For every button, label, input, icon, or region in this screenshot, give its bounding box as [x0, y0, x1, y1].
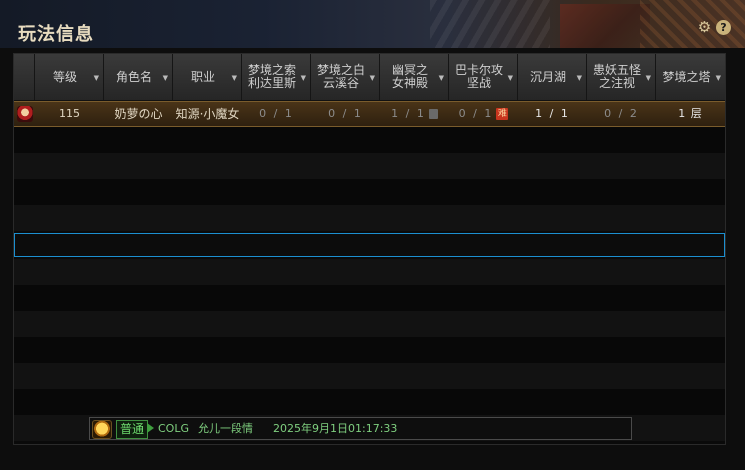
- cell-class: 知源·小魔女: [175, 107, 240, 121]
- list-item[interactable]: [14, 337, 725, 363]
- table-header: 等级 ▼ 角色名 ▼ 职业 ▼ 梦境之索利达里斯 ▼ 梦境之白云溪谷 ▼ 幽冥之女神殿 ▼ …: [14, 54, 725, 101]
- sort-arrow-icon: ▼: [231, 74, 237, 82]
- chat-username[interactable]: 允儿一段情: [198, 418, 253, 439]
- lock-icon: [428, 109, 438, 119]
- window-title: 玩法信息: [18, 24, 94, 45]
- sort-arrow-icon: ▼: [300, 74, 306, 82]
- sort-arrow-icon: ▼: [645, 74, 651, 82]
- cell-five-demons: 0 / 2: [604, 107, 639, 120]
- sort-arrow-icon: ▼: [715, 74, 721, 82]
- chat-source: COLG: [158, 422, 189, 435]
- list-item[interactable]: [14, 127, 725, 153]
- cell-bakal: 0 / 1难: [449, 102, 518, 126]
- column-header-tower[interactable]: 梦境之塔 ▼: [656, 54, 725, 100]
- cell-solidaris: 0 / 1: [259, 107, 294, 120]
- column-label: 沉月湖: [529, 69, 566, 84]
- list-item-selected[interactable]: [14, 233, 725, 257]
- column-label: 角色名: [115, 69, 152, 84]
- column-label: 梦境之白云溪谷: [316, 63, 365, 90]
- list-item[interactable]: [14, 363, 725, 389]
- chat-avatar-icon[interactable]: [92, 420, 112, 439]
- column-header-goddess[interactable]: 幽冥之女神殿 ▼: [380, 54, 449, 100]
- sort-arrow-icon: ▼: [162, 74, 168, 82]
- cell-tower: 1 层: [678, 107, 703, 120]
- column-header-class[interactable]: 职业 ▼: [173, 54, 242, 100]
- list-item[interactable]: [14, 311, 725, 337]
- column-header-baiyun[interactable]: 梦境之白云溪谷 ▼: [311, 54, 380, 100]
- title-decoration: [560, 4, 650, 48]
- sort-arrow-icon: ▼: [438, 74, 444, 82]
- column-header-level[interactable]: 等级 ▼: [35, 54, 104, 100]
- column-label: 职业: [190, 69, 215, 84]
- header-avatar-col: [14, 54, 35, 100]
- title-decoration: [430, 0, 550, 48]
- sort-arrow-icon: ▼: [93, 74, 99, 82]
- list-item[interactable]: [14, 205, 725, 231]
- column-header-bakal[interactable]: 巴卡尔攻坚战 ▼: [449, 54, 518, 100]
- column-label: 梦境之塔: [662, 69, 711, 84]
- list-item[interactable]: [14, 389, 725, 415]
- column-header-solidaris[interactable]: 梦境之索利达里斯 ▼: [242, 54, 311, 100]
- cell-baiyun: 0 / 1: [328, 107, 363, 120]
- hard-mode-badge: 难: [496, 108, 509, 120]
- column-header-five-demons[interactable]: 患妖五怪之注视 ▼: [587, 54, 656, 100]
- list-item[interactable]: [14, 153, 725, 179]
- column-label: 等级: [52, 69, 77, 84]
- chat-channel-tag[interactable]: 普通: [116, 420, 149, 439]
- chat-timestamp: 2025年9月1日01:17:33: [273, 422, 398, 435]
- activity-table: 等级 ▼ 角色名 ▼ 职业 ▼ 梦境之索利达里斯 ▼ 梦境之白云溪谷 ▼ 幽冥之女神殿 ▼ …: [13, 53, 726, 445]
- column-label: 巴卡尔攻坚战: [454, 63, 503, 90]
- sort-arrow-icon: ▼: [369, 74, 375, 82]
- help-icon[interactable]: ?: [716, 20, 731, 35]
- column-header-name[interactable]: 角色名 ▼: [104, 54, 173, 100]
- cell-goddess-value: 1 / 1: [391, 107, 426, 120]
- avatar-icon: [17, 106, 33, 122]
- list-item[interactable]: [14, 285, 725, 311]
- title-bar: 玩法信息 ⚙ ?: [0, 0, 745, 48]
- sort-arrow-icon: ▼: [507, 74, 513, 82]
- column-label: 幽冥之女神殿: [391, 63, 428, 90]
- column-label: 患妖五怪之注视: [592, 63, 641, 90]
- cell-bakal-value: 0 / 1: [458, 107, 494, 120]
- chat-bar[interactable]: 普通 COLG 允儿一段情 2025年9月1日01:17:33: [89, 417, 632, 440]
- column-label: 梦境之索利达里斯: [247, 63, 296, 90]
- cell-goddess: 1 / 1: [380, 102, 449, 126]
- cell-name: 奶萝の心: [114, 107, 163, 121]
- cell-level: 115: [59, 107, 80, 120]
- table-row[interactable]: 115 奶萝の心 知源·小魔女 0 / 1 0 / 1 1 / 1 0 / 1难…: [14, 101, 725, 127]
- cell-moonlake: 1 / 1: [535, 107, 570, 120]
- channel-arrow-icon: [147, 423, 154, 433]
- column-header-moonlake[interactable]: 沉月湖 ▼: [518, 54, 587, 100]
- list-item[interactable]: [14, 259, 725, 285]
- sort-arrow-icon: ▼: [576, 74, 582, 82]
- list-item[interactable]: [14, 179, 725, 205]
- gear-icon[interactable]: ⚙: [697, 20, 712, 35]
